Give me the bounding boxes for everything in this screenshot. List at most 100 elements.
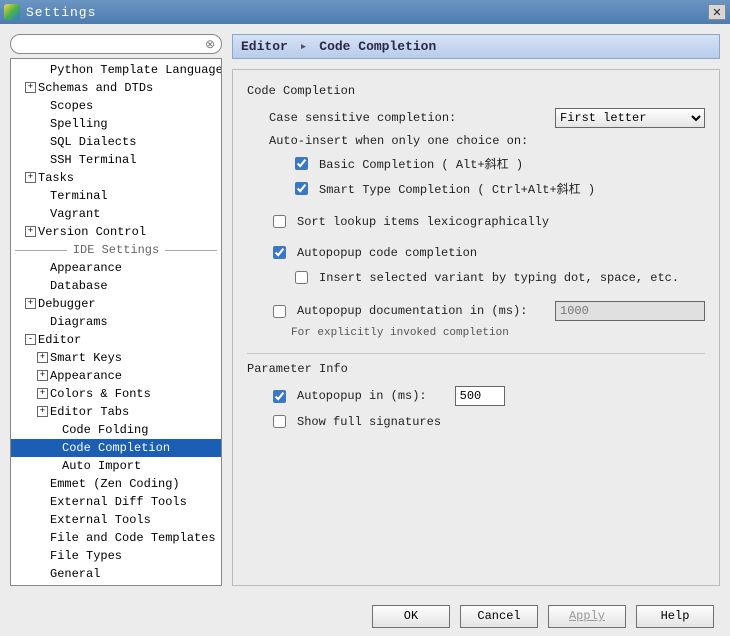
basic-completion-checkbox[interactable] [295, 157, 308, 170]
search-box[interactable]: ⊗ [10, 34, 222, 54]
breadcrumb-editor[interactable]: Editor [241, 39, 288, 54]
tree-item-label: SQL Dialects [50, 135, 136, 149]
expander-placeholder [49, 460, 60, 471]
tree-item-label: Code Completion [62, 441, 170, 455]
clear-search-icon[interactable]: ⊗ [205, 37, 215, 51]
tree-item-label: General [50, 567, 100, 581]
expander-placeholder [37, 496, 48, 507]
tree-item-label: Schemas and DTDs [38, 81, 153, 95]
ok-button[interactable]: OK [372, 605, 450, 628]
tree-item-label: Appearance [50, 261, 122, 275]
autopopup-code-completion-label: Autopopup code completion [297, 246, 477, 260]
tree-item[interactable]: Appearance [11, 259, 221, 277]
main-panel: Editor ▸ Code Completion Code Completion… [232, 34, 720, 586]
tree-item[interactable]: +Appearance [11, 367, 221, 385]
tree-item[interactable]: +Colors & Fonts [11, 385, 221, 403]
expander-placeholder [37, 154, 48, 165]
help-button[interactable]: Help [636, 605, 714, 628]
param-autopopup-ms-input[interactable] [455, 386, 505, 406]
search-input[interactable] [17, 37, 205, 51]
tree-item[interactable]: SQL Dialects [11, 133, 221, 151]
autopopup-doc-checkbox[interactable] [273, 305, 286, 318]
tree-item[interactable]: +Debugger [11, 295, 221, 313]
tree-item[interactable]: HTTP Proxy [11, 583, 221, 586]
tree-item[interactable]: Database [11, 277, 221, 295]
tree-item[interactable]: General [11, 565, 221, 583]
expand-icon[interactable]: + [37, 388, 48, 399]
case-sensitive-label: Case sensitive completion: [269, 111, 456, 125]
tree-item[interactable]: +Editor Tabs [11, 403, 221, 421]
tree-item[interactable]: +Smart Keys [11, 349, 221, 367]
tree-item[interactable]: Code Completion [11, 439, 221, 457]
tree-item[interactable]: +Version Control [11, 223, 221, 241]
tree-item[interactable]: Spelling [11, 115, 221, 133]
tree-item[interactable]: Vagrant [11, 205, 221, 223]
autopopup-doc-ms-input [555, 301, 705, 321]
tree-item[interactable]: External Tools [11, 511, 221, 529]
show-full-signatures-checkbox[interactable] [273, 415, 286, 428]
tree-item[interactable]: Auto Import [11, 457, 221, 475]
tree-item[interactable]: Terminal [11, 187, 221, 205]
expander-placeholder [37, 100, 48, 111]
expander-placeholder [37, 568, 48, 579]
tree-item[interactable]: Code Folding [11, 421, 221, 439]
expander-placeholder [37, 190, 48, 201]
expander-placeholder [49, 424, 60, 435]
expander-placeholder [37, 280, 48, 291]
tree-item-label: Colors & Fonts [50, 387, 151, 401]
tree-item-label: Emmet (Zen Coding) [50, 477, 180, 491]
tree-item-label: Spelling [50, 117, 108, 131]
settings-tree[interactable]: Python Template Languages+Schemas and DT… [10, 58, 222, 586]
tree-item-label: Database [50, 279, 108, 293]
tree-item[interactable]: Python Template Languages [11, 61, 221, 79]
case-sensitive-select[interactable]: First letterAllNone [555, 108, 705, 128]
expand-icon[interactable]: + [25, 298, 36, 309]
tree-item[interactable]: Scopes [11, 97, 221, 115]
expander-placeholder [37, 64, 48, 75]
settings-tree-panel: ⊗ Python Template Languages+Schemas and … [10, 34, 222, 586]
tree-item-label: File and Code Templates [50, 531, 216, 545]
expander-placeholder [37, 316, 48, 327]
smart-completion-label: Smart Type Completion ( Ctrl+Alt+斜杠 ) [319, 180, 595, 197]
tree-item-label: Scopes [50, 99, 93, 113]
expand-icon[interactable]: + [37, 406, 48, 417]
tree-item-label: Tasks [38, 171, 74, 185]
autopopup-code-completion-checkbox[interactable] [273, 246, 286, 259]
tree-item-label: Editor [38, 333, 81, 347]
tree-item[interactable]: +Schemas and DTDs [11, 79, 221, 97]
auto-insert-label: Auto-insert when only one choice on: [269, 134, 528, 148]
tree-item-label: Vagrant [50, 207, 100, 221]
expander-placeholder [37, 514, 48, 525]
tree-item[interactable]: File Types [11, 547, 221, 565]
expand-icon[interactable]: + [25, 82, 36, 93]
form-area: Code Completion Case sensitive completio… [232, 69, 720, 586]
param-autopopup-checkbox[interactable] [273, 390, 286, 403]
sort-lexicographically-checkbox[interactable] [273, 215, 286, 228]
expand-icon[interactable]: + [37, 352, 48, 363]
expand-icon[interactable]: + [37, 370, 48, 381]
expander-placeholder [37, 550, 48, 561]
tree-item[interactable]: External Diff Tools [11, 493, 221, 511]
smart-completion-checkbox[interactable] [295, 182, 308, 195]
expand-icon[interactable]: + [25, 226, 36, 237]
collapse-icon[interactable]: - [25, 334, 36, 345]
close-button[interactable]: ✕ [708, 4, 726, 20]
tree-item[interactable]: Emmet (Zen Coding) [11, 475, 221, 493]
tree-item-label: External Diff Tools [50, 495, 187, 509]
tree-item[interactable]: +Tasks [11, 169, 221, 187]
ide-settings-divider: IDE Settings [11, 241, 221, 259]
tree-item[interactable]: SSH Terminal [11, 151, 221, 169]
param-autopopup-label: Autopopup in (ms): [297, 389, 427, 403]
section-divider [247, 353, 705, 354]
tree-item-label: Python Template Languages [50, 63, 222, 77]
tree-item-label: Smart Keys [50, 351, 122, 365]
tree-item-label: Version Control [38, 225, 146, 239]
expand-icon[interactable]: + [25, 172, 36, 183]
button-bar: OK Cancel Apply Help [0, 596, 730, 636]
insert-variant-checkbox[interactable] [295, 271, 308, 284]
tree-item[interactable]: -Editor [11, 331, 221, 349]
tree-item[interactable]: Diagrams [11, 313, 221, 331]
app-icon [4, 4, 20, 20]
tree-item[interactable]: File and Code Templates [11, 529, 221, 547]
cancel-button[interactable]: Cancel [460, 605, 538, 628]
